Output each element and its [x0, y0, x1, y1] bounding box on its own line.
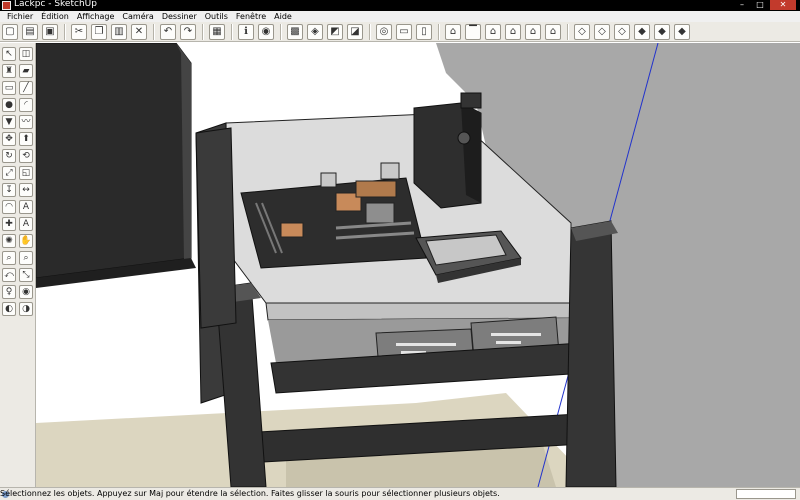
power-supply — [413, 92, 482, 209]
monochrome-icon[interactable]: ◆ — [674, 23, 690, 40]
arc-tool-icon[interactable]: ◜ — [19, 98, 33, 112]
close-button[interactable]: ✕ — [770, 0, 796, 10]
axes-tool-icon[interactable]: ✚ — [2, 217, 16, 231]
menu-affichage[interactable]: Affichage — [73, 11, 119, 22]
back-view-icon[interactable]: ⌂ — [525, 23, 541, 40]
save-icon[interactable]: ▣ — [42, 23, 58, 40]
table-leg-back — [195, 127, 237, 329]
push-pull-tool-icon[interactable]: ⬆ — [19, 132, 33, 146]
menu-camera[interactable]: Caméra — [118, 11, 157, 22]
new-icon[interactable]: ▢ — [2, 23, 18, 40]
status-bar: Sélectionnez les objets. Appuyez sur Maj… — [0, 487, 800, 500]
zoom-window-icon[interactable]: ⌕ — [19, 251, 33, 265]
orbit-tool-icon[interactable]: ✺ — [2, 234, 16, 248]
scale-tool-icon[interactable]: ⤢ — [2, 166, 16, 180]
toggle-terrain-icon[interactable]: ▩ — [287, 23, 303, 40]
section-plane-icon[interactable]: ◑ — [19, 302, 33, 316]
maximize-button[interactable]: □ — [752, 0, 768, 10]
toolbar-separator — [153, 23, 155, 40]
paint-bucket-icon[interactable]: ♜ — [2, 64, 16, 78]
google-earth-icon[interactable]: ◉ — [258, 23, 274, 40]
make-component-icon[interactable]: ◫ — [19, 47, 33, 61]
follow-me-tool-icon[interactable]: ⟲ — [19, 149, 33, 163]
menu-dessiner[interactable]: Dessiner — [158, 11, 201, 22]
offset-tool-icon[interactable]: ◱ — [19, 166, 33, 180]
rotate-tool-icon[interactable]: ↻ — [2, 149, 16, 163]
table-leg-front-right — [565, 220, 617, 487]
shaded-textures-icon[interactable]: ◆ — [654, 23, 670, 40]
top-view-icon[interactable]: ▔ — [465, 23, 481, 40]
toolbar-separator — [438, 23, 440, 40]
minimize-button[interactable]: – — [734, 0, 750, 10]
eraser-icon[interactable]: ▰ — [19, 64, 33, 78]
menu-edition[interactable]: Édition — [37, 11, 73, 22]
back-edges-icon[interactable]: ▯ — [416, 23, 432, 40]
left-view-icon[interactable]: ⌂ — [545, 23, 561, 40]
cut-icon[interactable]: ✂ — [71, 23, 87, 40]
toolbar-separator — [280, 23, 282, 40]
title-bar: Lackpc - SketchUp – □ ✕ — [0, 0, 800, 11]
front-view-icon[interactable]: ⌂ — [485, 23, 501, 40]
freehand-tool-icon[interactable]: 〰 — [19, 115, 33, 129]
x-ray-icon[interactable]: ▭ — [396, 23, 412, 40]
window-controls: – □ ✕ — [734, 0, 796, 11]
circle-tool-icon[interactable]: ● — [2, 98, 16, 112]
copy-icon[interactable]: ❐ — [91, 23, 107, 40]
tool-palette: ↖ ◫ ♜ ▰ ▭ ╱ ● ◜ ▼ 〰 ✥ ⬆ ↻ ⟲ ⤢ ◱ ↧ ↔ ◠ A ✚ A ✺ ✋ ⌕ ⌕ ⤺ ⤡ ♀ ◉ ◐ ◑ — [0, 43, 36, 487]
print-icon[interactable]: ▦ — [209, 23, 225, 40]
shelf-front-edge — [265, 302, 577, 321]
component-icon[interactable]: ◎ — [376, 23, 392, 40]
place-model-icon[interactable]: ◈ — [307, 23, 323, 40]
text-tool-icon[interactable]: A — [19, 200, 33, 214]
look-around-icon[interactable]: ◉ — [19, 285, 33, 299]
rectangle-tool-icon[interactable]: ▭ — [2, 81, 16, 95]
toolbar-separator — [202, 23, 204, 40]
toolbar-separator — [64, 23, 66, 40]
zoom-extents-icon[interactable]: ⤡ — [19, 268, 33, 282]
erase-icon[interactable]: ✕ — [131, 23, 147, 40]
open-icon[interactable]: ▤ — [22, 23, 38, 40]
wireframe-icon[interactable]: ◇ — [594, 23, 610, 40]
measurements-box[interactable] — [736, 489, 796, 499]
polygon-tool-icon[interactable]: ▼ — [2, 115, 16, 129]
pan-tool-icon[interactable]: ✋ — [19, 234, 33, 248]
toolbar-separator — [231, 23, 233, 40]
shaded-icon[interactable]: ◆ — [634, 23, 650, 40]
status-message: Sélectionnez les objets. Appuyez sur Maj… — [0, 489, 500, 498]
previous-view-icon[interactable]: ⤺ — [2, 268, 16, 282]
share-model-icon[interactable]: ◪ — [347, 23, 363, 40]
get-models-icon[interactable]: ◩ — [327, 23, 343, 40]
modeling-viewport[interactable] — [36, 43, 800, 487]
move-tool-icon[interactable]: ✥ — [2, 132, 16, 146]
hidden-line-icon[interactable]: ◇ — [614, 23, 630, 40]
position-camera-icon[interactable]: ♀ — [2, 285, 16, 299]
menu-fichier[interactable]: Fichier — [3, 11, 37, 22]
sketchup-app-icon — [2, 1, 11, 10]
line-tool-icon[interactable]: ╱ — [19, 81, 33, 95]
zoom-tool-icon[interactable]: ⌕ — [2, 251, 16, 265]
menu-fenetre[interactable]: Fenêtre — [232, 11, 270, 22]
xray-style-icon[interactable]: ◇ — [574, 23, 590, 40]
scene-canvas[interactable] — [36, 43, 800, 487]
toolbar-separator — [567, 23, 569, 40]
iso-view-icon[interactable]: ⌂ — [445, 23, 461, 40]
tape-measure-icon[interactable]: ↧ — [2, 183, 16, 197]
select-tool-icon[interactable]: ↖ — [2, 47, 16, 61]
menu-bar: Fichier Édition Affichage Caméra Dessine… — [0, 11, 800, 22]
3d-text-tool-icon[interactable]: A — [19, 217, 33, 231]
undo-icon[interactable]: ↶ — [160, 23, 176, 40]
menu-aide[interactable]: Aide — [270, 11, 296, 22]
toolbar-separator — [369, 23, 371, 40]
walk-tool-icon[interactable]: ◐ — [2, 302, 16, 316]
dimension-tool-icon[interactable]: ↔ — [19, 183, 33, 197]
protractor-tool-icon[interactable]: ◠ — [2, 200, 16, 214]
right-view-icon[interactable]: ⌂ — [505, 23, 521, 40]
model-info-icon[interactable]: ℹ — [238, 23, 254, 40]
window-title: Lackpc - SketchUp — [14, 0, 97, 9]
paste-icon[interactable]: ▥ — [111, 23, 127, 40]
left-dark-panel — [36, 43, 192, 279]
redo-icon[interactable]: ↷ — [180, 23, 196, 40]
menu-outils[interactable]: Outils — [201, 11, 232, 22]
main-toolbar: ▢ ▤ ▣ ✂ ❐ ▥ ✕ ↶ ↷ ▦ ℹ ◉ ▩ ◈ ◩ ◪ ◎ ▭ ▯ ⌂ ▔ ⌂ ⌂ ⌂ ⌂ ◇ ◇ ◇ ◆ ◆ ◆ — [0, 22, 800, 42]
